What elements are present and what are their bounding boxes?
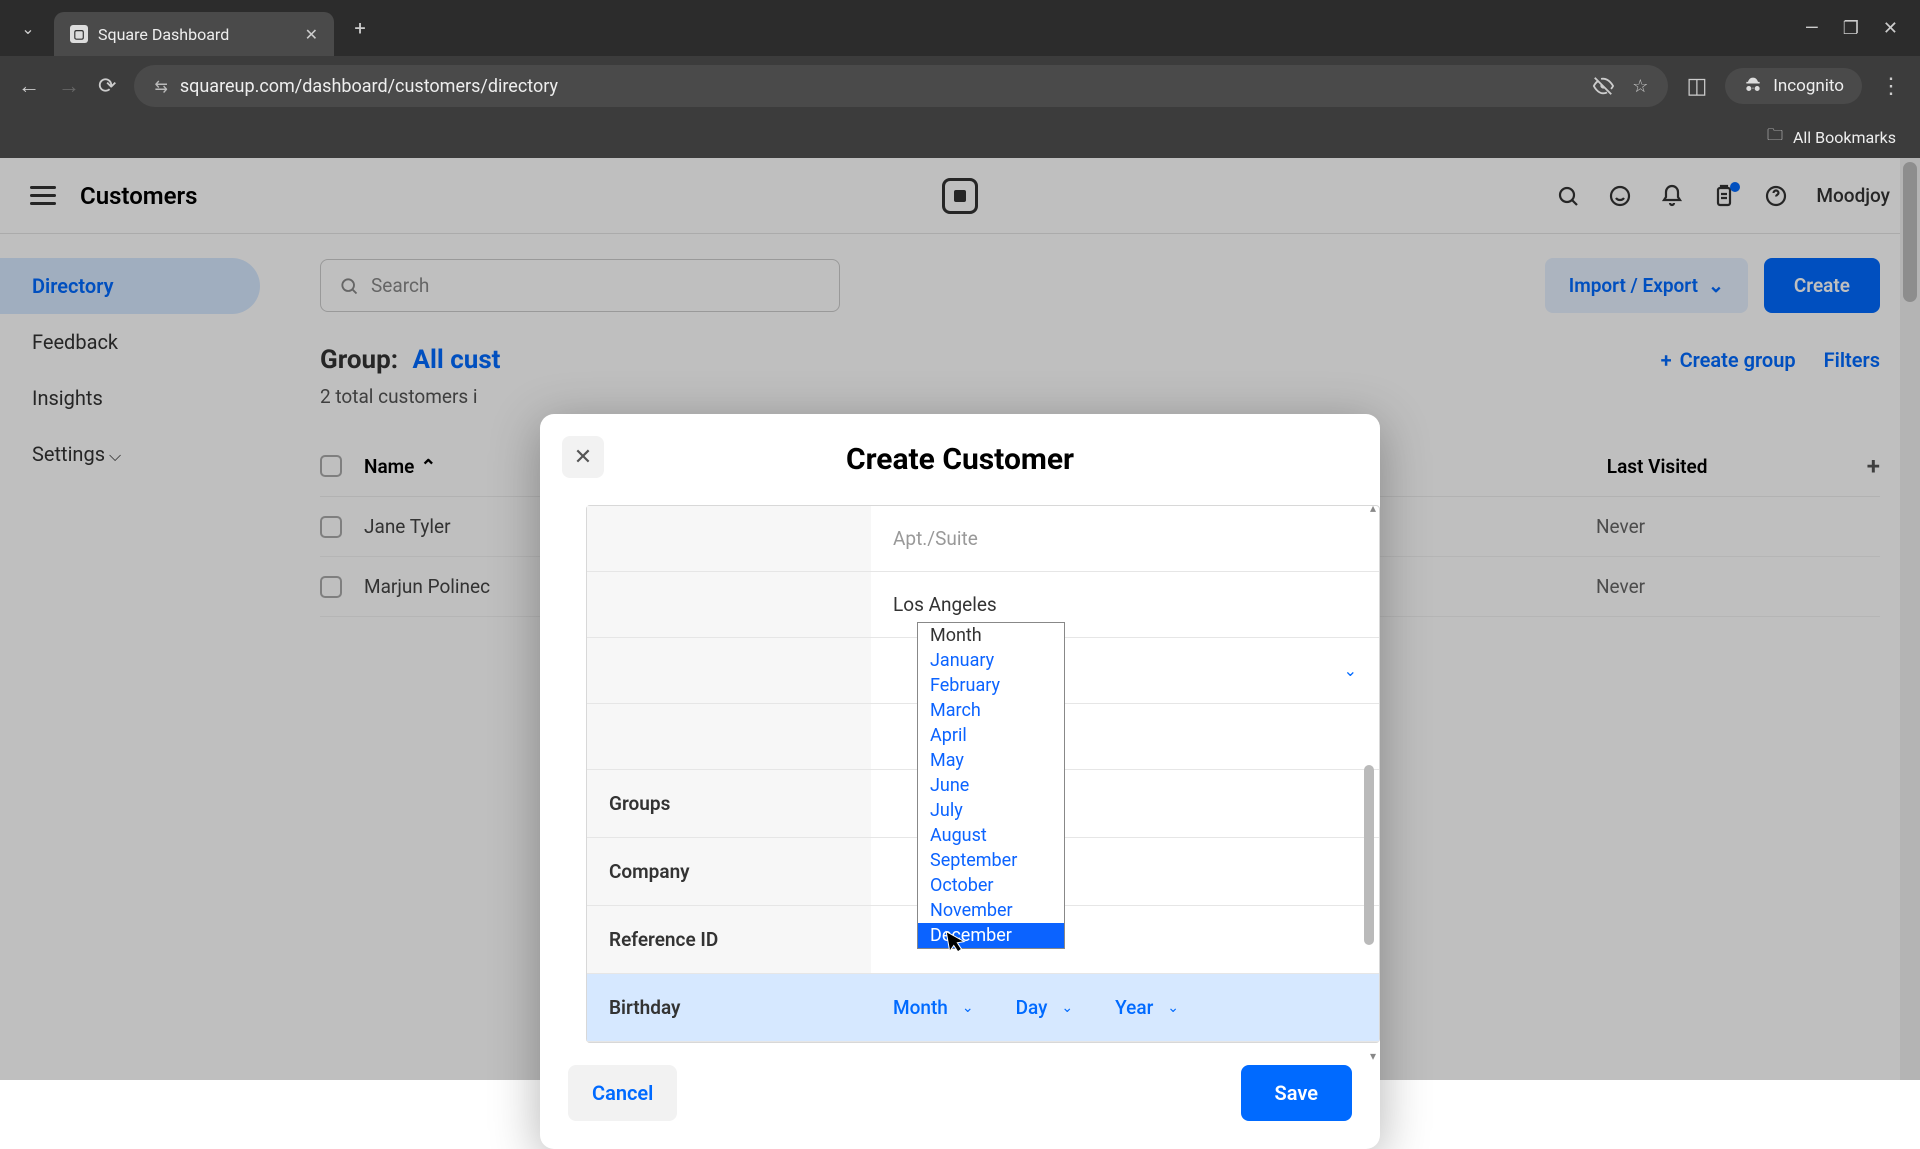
maximize-button[interactable]: ❐ [1843, 18, 1859, 39]
chevron-down-icon: ⌄ [1061, 1000, 1073, 1016]
month-option[interactable]: October [918, 873, 1064, 898]
groups-label: Groups [587, 770, 871, 837]
all-bookmarks-button[interactable]: All Bookmarks [1793, 128, 1896, 147]
mouse-cursor-icon [944, 926, 968, 955]
scroll-down-icon[interactable]: ▾ [1370, 1049, 1376, 1063]
close-tab-icon[interactable]: ✕ [305, 25, 318, 44]
month-option[interactable]: June [918, 773, 1064, 798]
url-text: squareup.com/dashboard/customers/directo… [180, 76, 558, 97]
company-label: Company [587, 838, 871, 905]
month-option[interactable]: February [918, 673, 1064, 698]
bookmarks-folder-icon: 🗀 [1767, 124, 1783, 151]
site-info-icon[interactable]: ⇆ [154, 77, 167, 96]
month-dropdown-popup: MonthJanuaryFebruaryMarchAprilMayJuneJul… [917, 622, 1065, 949]
bookmarks-bar: 🗀 All Bookmarks [0, 116, 1920, 158]
create-customer-modal: ✕ Create Customer Apt./Suite Los Angeles [540, 414, 1380, 1149]
modal-scrollbar[interactable]: ▴ ▾ [1362, 505, 1376, 1043]
window-controls: — ❐ ✕ [1805, 18, 1910, 39]
side-panel-icon[interactable]: ◫ [1686, 74, 1707, 99]
month-option[interactable]: July [918, 798, 1064, 823]
browser-tab[interactable]: ▢ Square Dashboard ✕ [54, 12, 334, 56]
back-button[interactable]: ← [18, 73, 40, 99]
bookmark-star-icon[interactable]: ☆ [1632, 76, 1648, 97]
apt-suite-input[interactable]: Apt./Suite [871, 506, 1379, 571]
minimize-button[interactable]: — [1805, 18, 1819, 39]
reload-button[interactable]: ⟳ [98, 74, 116, 99]
month-option[interactable]: November [918, 898, 1064, 923]
modal-title: Create Customer [540, 442, 1380, 477]
month-option[interactable]: May [918, 748, 1064, 773]
incognito-label: Incognito [1773, 76, 1844, 96]
scroll-up-icon[interactable]: ▴ [1370, 501, 1376, 515]
scroll-thumb[interactable] [1364, 765, 1374, 945]
month-option[interactable]: April [918, 723, 1064, 748]
cancel-button[interactable]: Cancel [568, 1065, 677, 1121]
incognito-icon [1743, 76, 1763, 96]
birthday-day-select[interactable]: Day ⌄ [1016, 996, 1074, 1019]
birthday-label: Birthday [587, 974, 871, 1041]
save-button[interactable]: Save [1241, 1065, 1352, 1121]
tabs-dropdown-button[interactable]: ⌄ [10, 10, 46, 46]
browser-tab-bar: ⌄ ▢ Square Dashboard ✕ + — ❐ ✕ [0, 0, 1920, 56]
incognito-badge[interactable]: Incognito [1725, 68, 1862, 104]
visibility-off-icon[interactable] [1592, 75, 1614, 97]
forward-button: → [58, 73, 80, 99]
month-option[interactable]: March [918, 698, 1064, 723]
close-window-button[interactable]: ✕ [1883, 18, 1898, 39]
birthday-month-select[interactable]: Month ⌄ [893, 996, 974, 1019]
tab-title: Square Dashboard [98, 25, 229, 44]
close-modal-button[interactable]: ✕ [562, 436, 604, 478]
month-option-placeholder[interactable]: Month [918, 623, 1064, 648]
chevron-down-icon: ⌄ [1344, 661, 1357, 680]
reference-id-label: Reference ID [587, 906, 871, 973]
url-input[interactable]: ⇆ squareup.com/dashboard/customers/direc… [134, 65, 1668, 107]
new-tab-button[interactable]: + [342, 10, 378, 46]
browser-menu-button[interactable]: ⋮ [1880, 74, 1902, 99]
browser-address-bar: ← → ⟳ ⇆ squareup.com/dashboard/customers… [0, 56, 1920, 116]
chevron-down-icon: ⌄ [962, 1000, 974, 1016]
month-option[interactable]: January [918, 648, 1064, 673]
month-option[interactable]: December [918, 923, 1064, 948]
tab-favicon-icon: ▢ [70, 25, 88, 43]
month-option[interactable]: August [918, 823, 1064, 848]
chevron-down-icon: ⌄ [1167, 1000, 1179, 1016]
month-option[interactable]: September [918, 848, 1064, 873]
birthday-year-select[interactable]: Year ⌄ [1115, 996, 1179, 1019]
